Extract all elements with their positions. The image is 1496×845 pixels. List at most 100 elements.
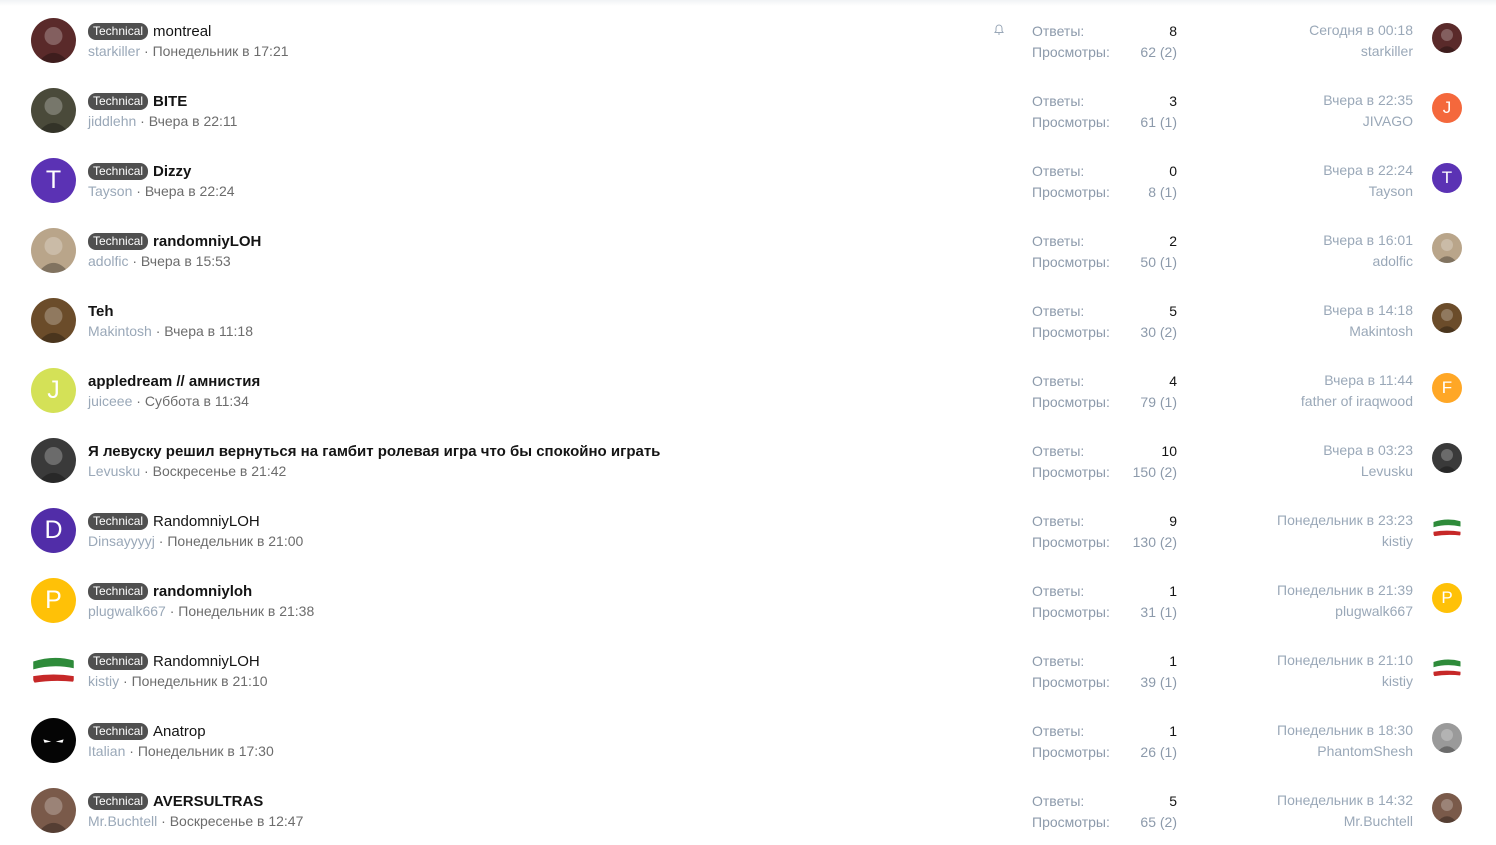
last-post-time[interactable]: Вчера в 22:24 bbox=[1323, 160, 1413, 181]
last-post-user[interactable]: Levusku bbox=[1323, 461, 1413, 482]
last-poster-avatar[interactable] bbox=[1432, 233, 1462, 263]
author-avatar[interactable] bbox=[31, 18, 76, 63]
thread-author[interactable]: kistiy bbox=[88, 673, 119, 689]
author-avatar[interactable] bbox=[31, 788, 76, 833]
thread-row[interactable]: Technical AVERSULTRAS Mr.Buchtell · Воскре… bbox=[0, 775, 1496, 845]
thread-title[interactable]: Teh bbox=[88, 303, 114, 320]
last-post-user[interactable]: JIVAGO bbox=[1323, 111, 1413, 132]
prefix-badge[interactable]: Technical bbox=[88, 722, 149, 740]
last-poster-avatar[interactable] bbox=[1432, 443, 1462, 473]
last-post-time[interactable]: Вчера в 14:18 bbox=[1323, 300, 1413, 321]
thread-date[interactable]: Понедельник в 21:38 bbox=[178, 603, 314, 619]
last-post-time[interactable]: Понедельник в 23:23 bbox=[1277, 510, 1413, 531]
thread-date[interactable]: Понедельник в 21:00 bbox=[167, 533, 303, 549]
last-poster-avatar[interactable]: T bbox=[1432, 163, 1462, 193]
thread-row[interactable]: P Technical randomniyloh plugwalk667 · Поне… bbox=[0, 565, 1496, 635]
last-post-time[interactable]: Понедельник в 21:10 bbox=[1277, 650, 1413, 671]
thread-title[interactable]: BITE bbox=[153, 93, 187, 110]
thread-author[interactable]: Mr.Buchtell bbox=[88, 813, 157, 829]
last-poster-avatar[interactable] bbox=[1432, 723, 1462, 753]
thread-row[interactable]: Technical randomniyLOH adolfic · Вчера в 1… bbox=[0, 215, 1496, 285]
thread-date[interactable]: Воскресенье в 21:42 bbox=[153, 463, 287, 479]
author-avatar[interactable]: J bbox=[31, 368, 76, 413]
thread-title[interactable]: AVERSULTRAS bbox=[153, 793, 263, 810]
thread-author[interactable]: plugwalk667 bbox=[88, 603, 166, 619]
last-post-time[interactable]: Понедельник в 21:39 bbox=[1277, 580, 1413, 601]
author-avatar[interactable] bbox=[31, 88, 76, 133]
author-avatar[interactable] bbox=[31, 298, 76, 343]
thread-title[interactable]: RandomniyLOH bbox=[153, 513, 260, 530]
author-avatar[interactable] bbox=[31, 648, 76, 693]
thread-title[interactable]: montreal bbox=[153, 23, 211, 40]
last-poster-avatar[interactable] bbox=[1432, 513, 1462, 543]
last-post-user[interactable]: plugwalk667 bbox=[1277, 601, 1413, 622]
last-poster-avatar[interactable]: J bbox=[1432, 93, 1462, 123]
last-post-user[interactable]: kistiy bbox=[1277, 531, 1413, 552]
prefix-badge[interactable]: Technical bbox=[88, 22, 149, 40]
thread-title[interactable]: appledream // амнистия bbox=[88, 373, 260, 390]
thread-row[interactable]: D Technical RandomniyLOH Dinsayyyyj · Понед… bbox=[0, 495, 1496, 565]
author-avatar[interactable] bbox=[31, 438, 76, 483]
thread-row[interactable]: Technical BITE jiddlehn · Вчера в 22:11 Отв… bbox=[0, 75, 1496, 145]
prefix-badge[interactable]: Technical bbox=[88, 652, 149, 670]
author-avatar[interactable] bbox=[31, 718, 76, 763]
prefix-badge[interactable]: Technical bbox=[88, 232, 149, 250]
last-post-time[interactable]: Понедельник в 14:32 bbox=[1277, 790, 1413, 811]
last-post-user[interactable]: Tayson bbox=[1323, 181, 1413, 202]
thread-date[interactable]: Вчера в 22:11 bbox=[149, 113, 238, 129]
last-poster-avatar[interactable] bbox=[1432, 793, 1462, 823]
author-avatar[interactable] bbox=[31, 228, 76, 273]
prefix-badge[interactable]: Technical bbox=[88, 582, 149, 600]
thread-row[interactable]: T Technical Dizzy Tayson · Вчера в 22:24 Отв… bbox=[0, 145, 1496, 215]
thread-row[interactable]: Technical montreal starkiller · Понедельни… bbox=[0, 5, 1496, 75]
last-post-time[interactable]: Вчера в 11:44 bbox=[1301, 370, 1413, 391]
thread-author[interactable]: Dinsayyyyj bbox=[88, 533, 155, 549]
last-post-time[interactable]: Сегодня в 00:18 bbox=[1309, 20, 1413, 41]
last-post-user[interactable]: kistiy bbox=[1277, 671, 1413, 692]
thread-row[interactable]: Jappledream // амнистия juiceee · Суббота… bbox=[0, 355, 1496, 425]
prefix-badge[interactable]: Technical bbox=[88, 92, 149, 110]
last-post-user[interactable]: father of iraqwood bbox=[1301, 391, 1413, 412]
thread-title[interactable]: Anatrop bbox=[153, 723, 206, 740]
thread-author[interactable]: Tayson bbox=[88, 183, 132, 199]
thread-author[interactable]: starkiller bbox=[88, 43, 140, 59]
last-poster-avatar[interactable]: F bbox=[1432, 373, 1462, 403]
author-avatar[interactable]: T bbox=[31, 158, 76, 203]
author-avatar[interactable]: P bbox=[31, 578, 76, 623]
last-post-time[interactable]: Вчера в 22:35 bbox=[1323, 90, 1413, 111]
last-poster-avatar[interactable] bbox=[1432, 303, 1462, 333]
thread-title[interactable]: randomniyLOH bbox=[153, 233, 261, 250]
thread-author[interactable]: adolfic bbox=[88, 253, 128, 269]
thread-author[interactable]: juiceee bbox=[88, 393, 132, 409]
thread-date[interactable]: Вчера в 22:24 bbox=[145, 183, 235, 199]
prefix-badge[interactable]: Technical bbox=[88, 792, 149, 810]
last-post-user[interactable]: Mr.Buchtell bbox=[1277, 811, 1413, 832]
last-post-user[interactable]: PhantomShesh bbox=[1277, 741, 1413, 762]
last-post-time[interactable]: Вчера в 16:01 bbox=[1323, 230, 1413, 251]
thread-date[interactable]: Воскресенье в 12:47 bbox=[170, 813, 304, 829]
last-poster-avatar[interactable] bbox=[1432, 653, 1462, 683]
last-post-time[interactable]: Вчера в 03:23 bbox=[1323, 440, 1413, 461]
thread-row[interactable]: Teh Makintosh · Вчера в 11:18 Ответы: 5 Прос… bbox=[0, 285, 1496, 355]
author-avatar[interactable]: D bbox=[31, 508, 76, 553]
thread-author[interactable]: Levusku bbox=[88, 463, 140, 479]
thread-author[interactable]: Makintosh bbox=[88, 323, 152, 339]
thread-author[interactable]: jiddlehn bbox=[88, 113, 136, 129]
thread-date[interactable]: Вчера в 11:18 bbox=[164, 323, 253, 339]
last-poster-avatar[interactable] bbox=[1432, 23, 1462, 53]
thread-title[interactable]: RandomniyLOH bbox=[153, 653, 260, 670]
last-post-time[interactable]: Понедельник в 18:30 bbox=[1277, 720, 1413, 741]
thread-author[interactable]: Italian bbox=[88, 743, 125, 759]
thread-date[interactable]: Вчера в 15:53 bbox=[141, 253, 231, 269]
prefix-badge[interactable]: Technical bbox=[88, 512, 149, 530]
prefix-badge[interactable]: Technical bbox=[88, 162, 149, 180]
thread-date[interactable]: Понедельник в 17:21 bbox=[153, 43, 289, 59]
thread-row[interactable]: Technical RandomniyLOH kistiy · Понедельни… bbox=[0, 635, 1496, 705]
thread-date[interactable]: Суббота в 11:34 bbox=[145, 393, 249, 409]
thread-title[interactable]: Я левуску решил вернуться на гамбит роле… bbox=[88, 443, 660, 460]
thread-title[interactable]: randomniyloh bbox=[153, 583, 252, 600]
thread-date[interactable]: Понедельник в 21:10 bbox=[132, 673, 268, 689]
thread-title[interactable]: Dizzy bbox=[153, 163, 191, 180]
thread-date[interactable]: Понедельник в 17:30 bbox=[138, 743, 274, 759]
thread-row[interactable]: Я левуску решил вернуться на гамбит роле… bbox=[0, 425, 1496, 495]
